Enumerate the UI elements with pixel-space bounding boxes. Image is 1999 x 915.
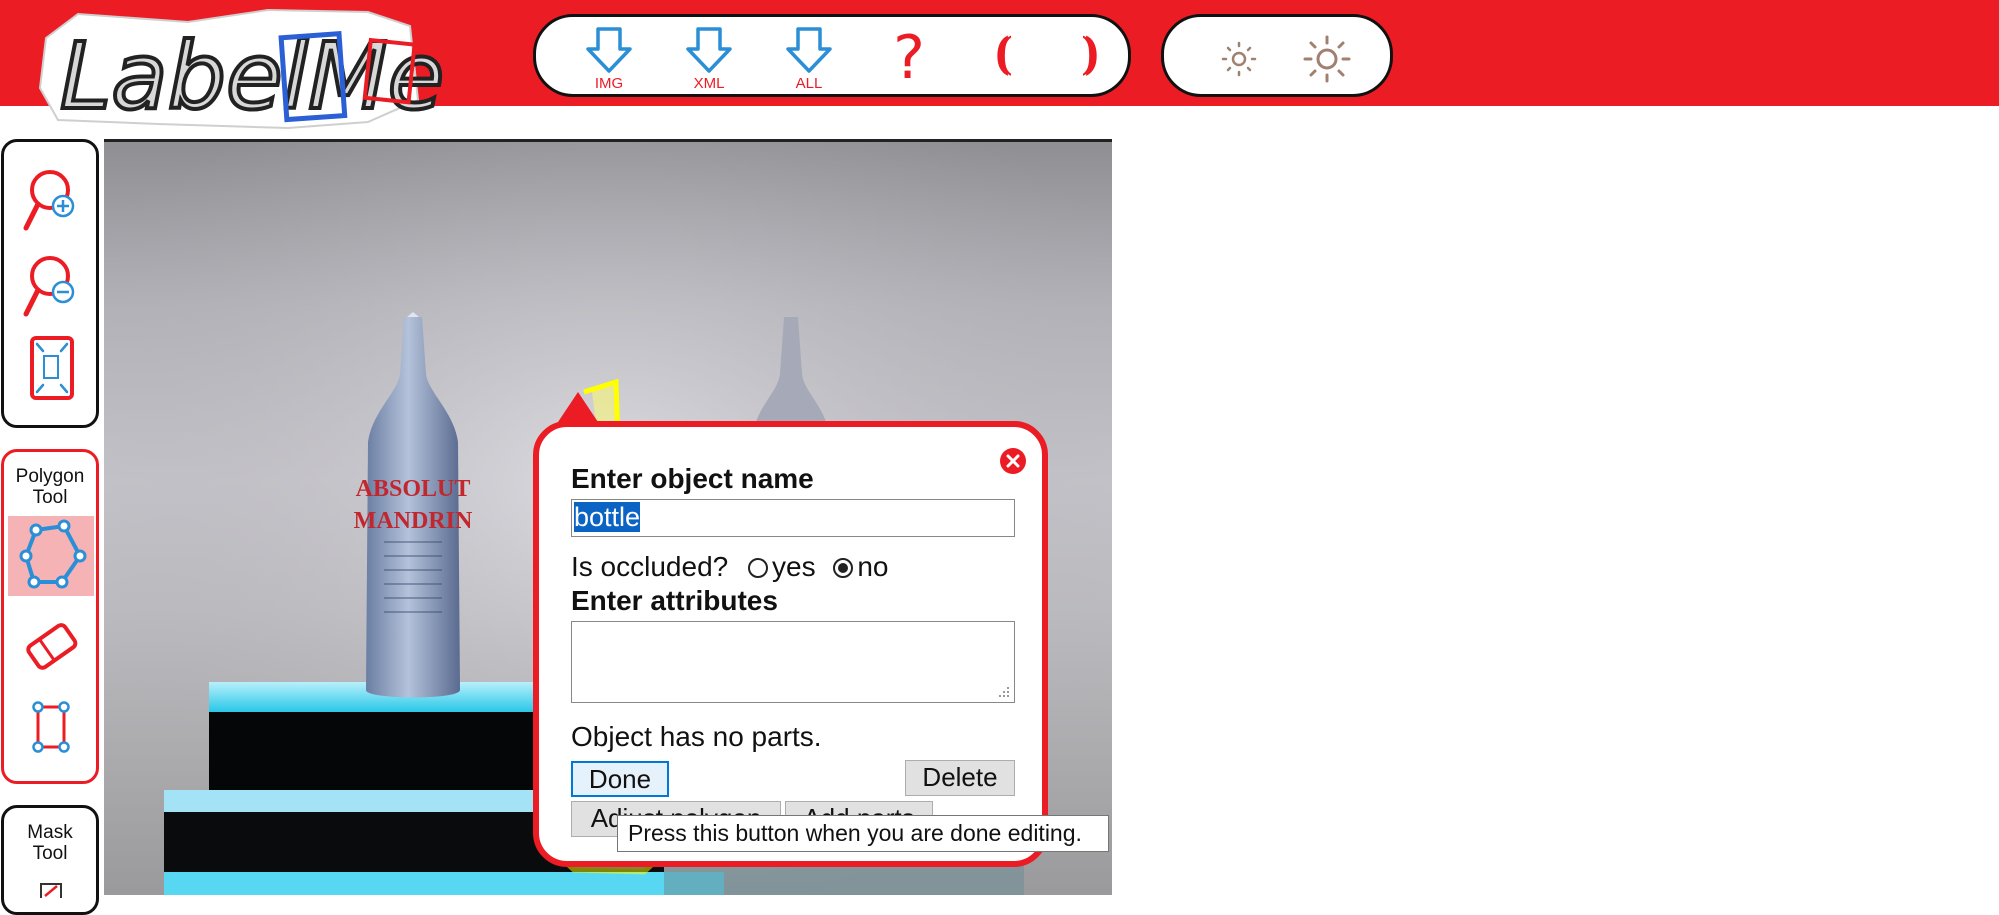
mask-brush-button[interactable] [16, 878, 86, 905]
occluded-row: Is occluded? yes no [571, 551, 889, 583]
brightness-low-icon [1221, 41, 1257, 77]
labelme-logo[interactable]: LabelMe [38, 8, 458, 132]
download-all-button[interactable]: ALL [774, 25, 844, 95]
main-toolbar: IMG XML ALL ? (( )) [533, 14, 1131, 97]
img-label: IMG [594, 75, 624, 92]
previous-icon: (( [993, 29, 1014, 80]
object-name-heading: Enter object name [571, 463, 814, 494]
bounding-box-icon [32, 701, 70, 753]
erase-tool-button[interactable] [16, 612, 86, 688]
fit-screen-icon [30, 336, 74, 400]
bottle-flavor: MANDRIN [354, 508, 473, 534]
zoom-in-button[interactable] [16, 162, 86, 238]
download-arrow-icon [686, 27, 732, 73]
brightness-toolbar [1161, 14, 1393, 97]
download-img-button[interactable]: IMG [574, 25, 644, 95]
mask-tool-title-line1: Mask [27, 822, 73, 843]
occluded-no-label: no [857, 551, 889, 582]
polygon-tool-title-line1: Polygon [15, 466, 85, 487]
object-edit-popup: Enter object name bottle Is occluded? ye… [533, 421, 1048, 867]
help-button[interactable]: ? [874, 25, 944, 95]
occluded-label: Is occluded? [571, 551, 729, 582]
increase-brightness-button[interactable] [1292, 25, 1362, 95]
next-icon: )) [1079, 29, 1100, 80]
done-button[interactable]: Done [571, 761, 669, 797]
logo-text: LabelMe [60, 23, 444, 130]
zoom-out-button[interactable] [16, 248, 86, 324]
close-popup-button[interactable] [999, 447, 1027, 475]
resize-grip-icon[interactable] [997, 685, 1011, 699]
polygon-tool-title-line2: Tool [32, 487, 68, 508]
decrease-brightness-button[interactable] [1204, 25, 1274, 95]
delete-button[interactable]: Delete [905, 760, 1015, 796]
polygon-icon [19, 519, 87, 589]
brightness-high-icon [1303, 35, 1351, 83]
zoom-out-icon [23, 256, 75, 317]
polygon-tool-button[interactable] [8, 516, 94, 596]
parts-status: Object has no parts. [571, 721, 822, 752]
bounding-box-tool-button[interactable] [16, 697, 86, 773]
previous-image-button[interactable]: (( [962, 25, 1032, 95]
attributes-textarea[interactable] [571, 621, 1015, 703]
download-arrow-icon [786, 27, 832, 73]
polygon-tool-panel: Polygon Tool [1, 449, 99, 784]
eraser-icon [26, 623, 78, 670]
occluded-yes-label: yes [772, 551, 816, 582]
attributes-heading: Enter attributes [571, 585, 778, 616]
download-xml-button[interactable]: XML [674, 25, 744, 95]
occluded-yes-radio[interactable] [748, 558, 768, 578]
xml-label: XML [693, 75, 725, 92]
mask-tool-title: Mask Tool [4, 822, 96, 864]
done-tooltip: Press this button when you are done edit… [617, 815, 1109, 852]
object-name-input[interactable]: bottle [571, 499, 1015, 537]
close-icon [1000, 448, 1026, 474]
help-icon: ? [893, 23, 925, 93]
bottle-brand: ABSOLUT [356, 476, 471, 502]
mask-tool-panel: Mask Tool [1, 805, 99, 915]
all-label: ALL [795, 75, 823, 92]
occluded-no-radio[interactable] [833, 558, 854, 578]
mask-tool-title-line2: Tool [32, 843, 68, 864]
zoom-in-icon [23, 170, 75, 231]
mask-brush-icon [40, 883, 62, 905]
download-arrow-icon [586, 27, 632, 73]
object-name-value: bottle [574, 502, 641, 532]
polygon-tool-title: Polygon Tool [4, 466, 96, 508]
next-image-button[interactable]: )) [1048, 25, 1118, 95]
fit-to-screen-button[interactable] [16, 332, 86, 408]
zoom-tools-panel [1, 139, 99, 428]
